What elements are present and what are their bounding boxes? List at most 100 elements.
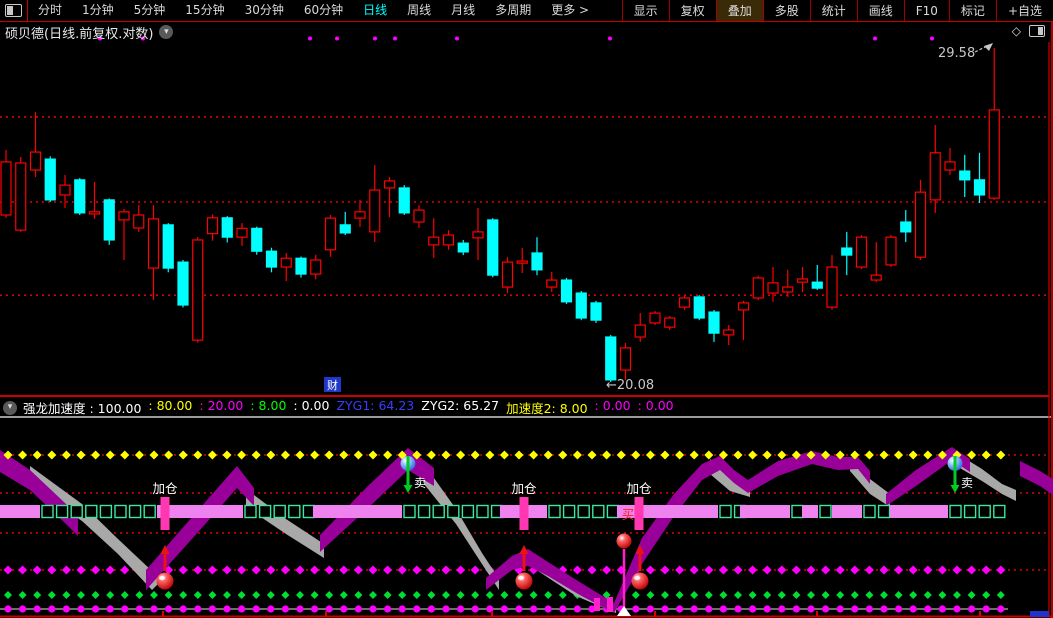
period-tab[interactable]: 更多 > [541, 0, 599, 21]
diamond-icon[interactable]: ◇ [1012, 24, 1021, 38]
magenta-diamond [76, 565, 86, 575]
candle-body [531, 252, 543, 271]
bottom-dot [179, 605, 187, 613]
candlestick-series [0, 47, 1000, 382]
period-tab[interactable]: 60分钟 [294, 0, 353, 21]
action-button[interactable]: 多股 [762, 0, 810, 21]
collapse-chevron-icon[interactable]: ▾ [159, 25, 174, 39]
bar-box [863, 504, 876, 519]
period-tab[interactable]: 分时 [28, 0, 72, 21]
candle-body [914, 191, 927, 258]
bottom-dot [252, 605, 260, 613]
green-diamond [763, 591, 772, 599]
bar-violet-segment [0, 505, 40, 518]
action-button[interactable]: 画线 [856, 0, 904, 21]
yellow-diamond [616, 450, 626, 460]
action-button[interactable]: 显示 [621, 0, 669, 21]
magenta-diamond [660, 565, 670, 575]
yellow-diamond [222, 450, 232, 460]
action-button[interactable]: 标记 [948, 0, 996, 21]
action-button[interactable]: 复权 [668, 0, 716, 21]
bottom-dot [238, 605, 246, 613]
top-toolbar: 分时 1分钟 5分钟 15分钟 30分钟 60分钟 日线 周线 月线 多周期 更多 > 显示 复权 叠加… [0, 0, 1053, 22]
buy-ball [156, 572, 174, 590]
yellow-diamond [689, 450, 699, 460]
panel-toggle-icon[interactable] [1029, 25, 1045, 37]
period-tab[interactable]: 1分钟 [72, 0, 124, 21]
green-diamond [880, 591, 888, 599]
yellow-diamond [324, 450, 334, 460]
period-tab[interactable]: 5分钟 [124, 0, 176, 21]
green-diamond [675, 591, 684, 599]
candle-body [826, 266, 838, 308]
action-button[interactable]: F10 [903, 0, 949, 21]
bar-box [99, 504, 113, 519]
yellow-diamond [91, 450, 101, 460]
candle-body [103, 199, 115, 241]
period-tab[interactable]: 周线 [397, 0, 441, 21]
period-tab[interactable]: 30分钟 [235, 0, 294, 21]
indicator-value: ZYG1: 64.23 [336, 398, 415, 413]
yellow-diamond [996, 450, 1006, 460]
bottom-dot [223, 605, 231, 613]
chart-canvas[interactable]: 29.58 ←20.08 财加仓 加仓 加仓 卖 卖买 [0, 0, 1053, 618]
action-button[interactable]: +自选 [995, 0, 1053, 21]
green-diamond [792, 591, 801, 599]
layout-panel-icon[interactable] [5, 4, 22, 17]
bottom-dot [924, 605, 932, 613]
bar-box [548, 504, 561, 519]
yellow-diamond [704, 450, 714, 460]
bar-box [606, 504, 620, 519]
bottom-dot [267, 605, 275, 613]
candle-body [88, 211, 101, 215]
yellow-diamond [76, 450, 86, 460]
sell-label: 卖 [961, 476, 973, 490]
candle-body [118, 211, 130, 221]
magenta-diamond [456, 565, 466, 575]
buy-markers: 买 [156, 507, 649, 616]
period-tab[interactable]: 月线 [441, 0, 485, 21]
news-flag-label: 财 [327, 378, 338, 392]
bottom-dot [953, 605, 961, 613]
bar-box [302, 504, 316, 519]
bottom-dot [515, 605, 523, 613]
candle-body [29, 151, 42, 171]
bottom-dot [661, 605, 669, 613]
magenta-diamond [967, 565, 977, 575]
bar-box [978, 504, 991, 519]
yellow-diamond [310, 450, 320, 460]
indicator-collapse-chevron-icon[interactable]: ▾ [3, 400, 17, 415]
green-diamond [120, 591, 129, 599]
bar-box [577, 504, 590, 519]
action-button[interactable]: 统计 [809, 0, 857, 21]
bottom-dot [33, 605, 41, 613]
green-diamond [544, 591, 553, 599]
event-dot [393, 36, 397, 41]
bar-violet-segment [832, 505, 862, 518]
chart-titlebar: 硕贝德(日线.前复权.对数) ▾ [5, 23, 174, 42]
period-tab[interactable]: 多周期 [485, 0, 541, 21]
green-diamond [661, 591, 669, 599]
yellow-diamond [193, 450, 203, 460]
magenta-diamond [996, 565, 1006, 575]
magenta-diamond [602, 565, 612, 575]
candle-body [855, 236, 868, 268]
candle-body [708, 311, 720, 334]
bottom-dot [895, 605, 903, 613]
magenta-diamond [61, 565, 71, 575]
bottom-dot [311, 605, 319, 613]
period-tab[interactable]: 日线 [353, 0, 397, 21]
candle-body [900, 221, 912, 233]
yellow-diamond [18, 450, 28, 460]
bottom-dot-row [0, 605, 1008, 613]
candle-body [767, 282, 779, 294]
action-button[interactable]: 叠加 [715, 0, 763, 21]
yellow-diamond [237, 450, 247, 460]
candle-body [221, 217, 233, 238]
period-tab[interactable]: 15分钟 [175, 0, 234, 21]
bar-box [403, 504, 416, 519]
ribbon-purple-band [320, 448, 434, 552]
magenta-diamond [864, 565, 874, 575]
bottom-dot [208, 605, 216, 613]
bottom-dot [749, 605, 757, 613]
